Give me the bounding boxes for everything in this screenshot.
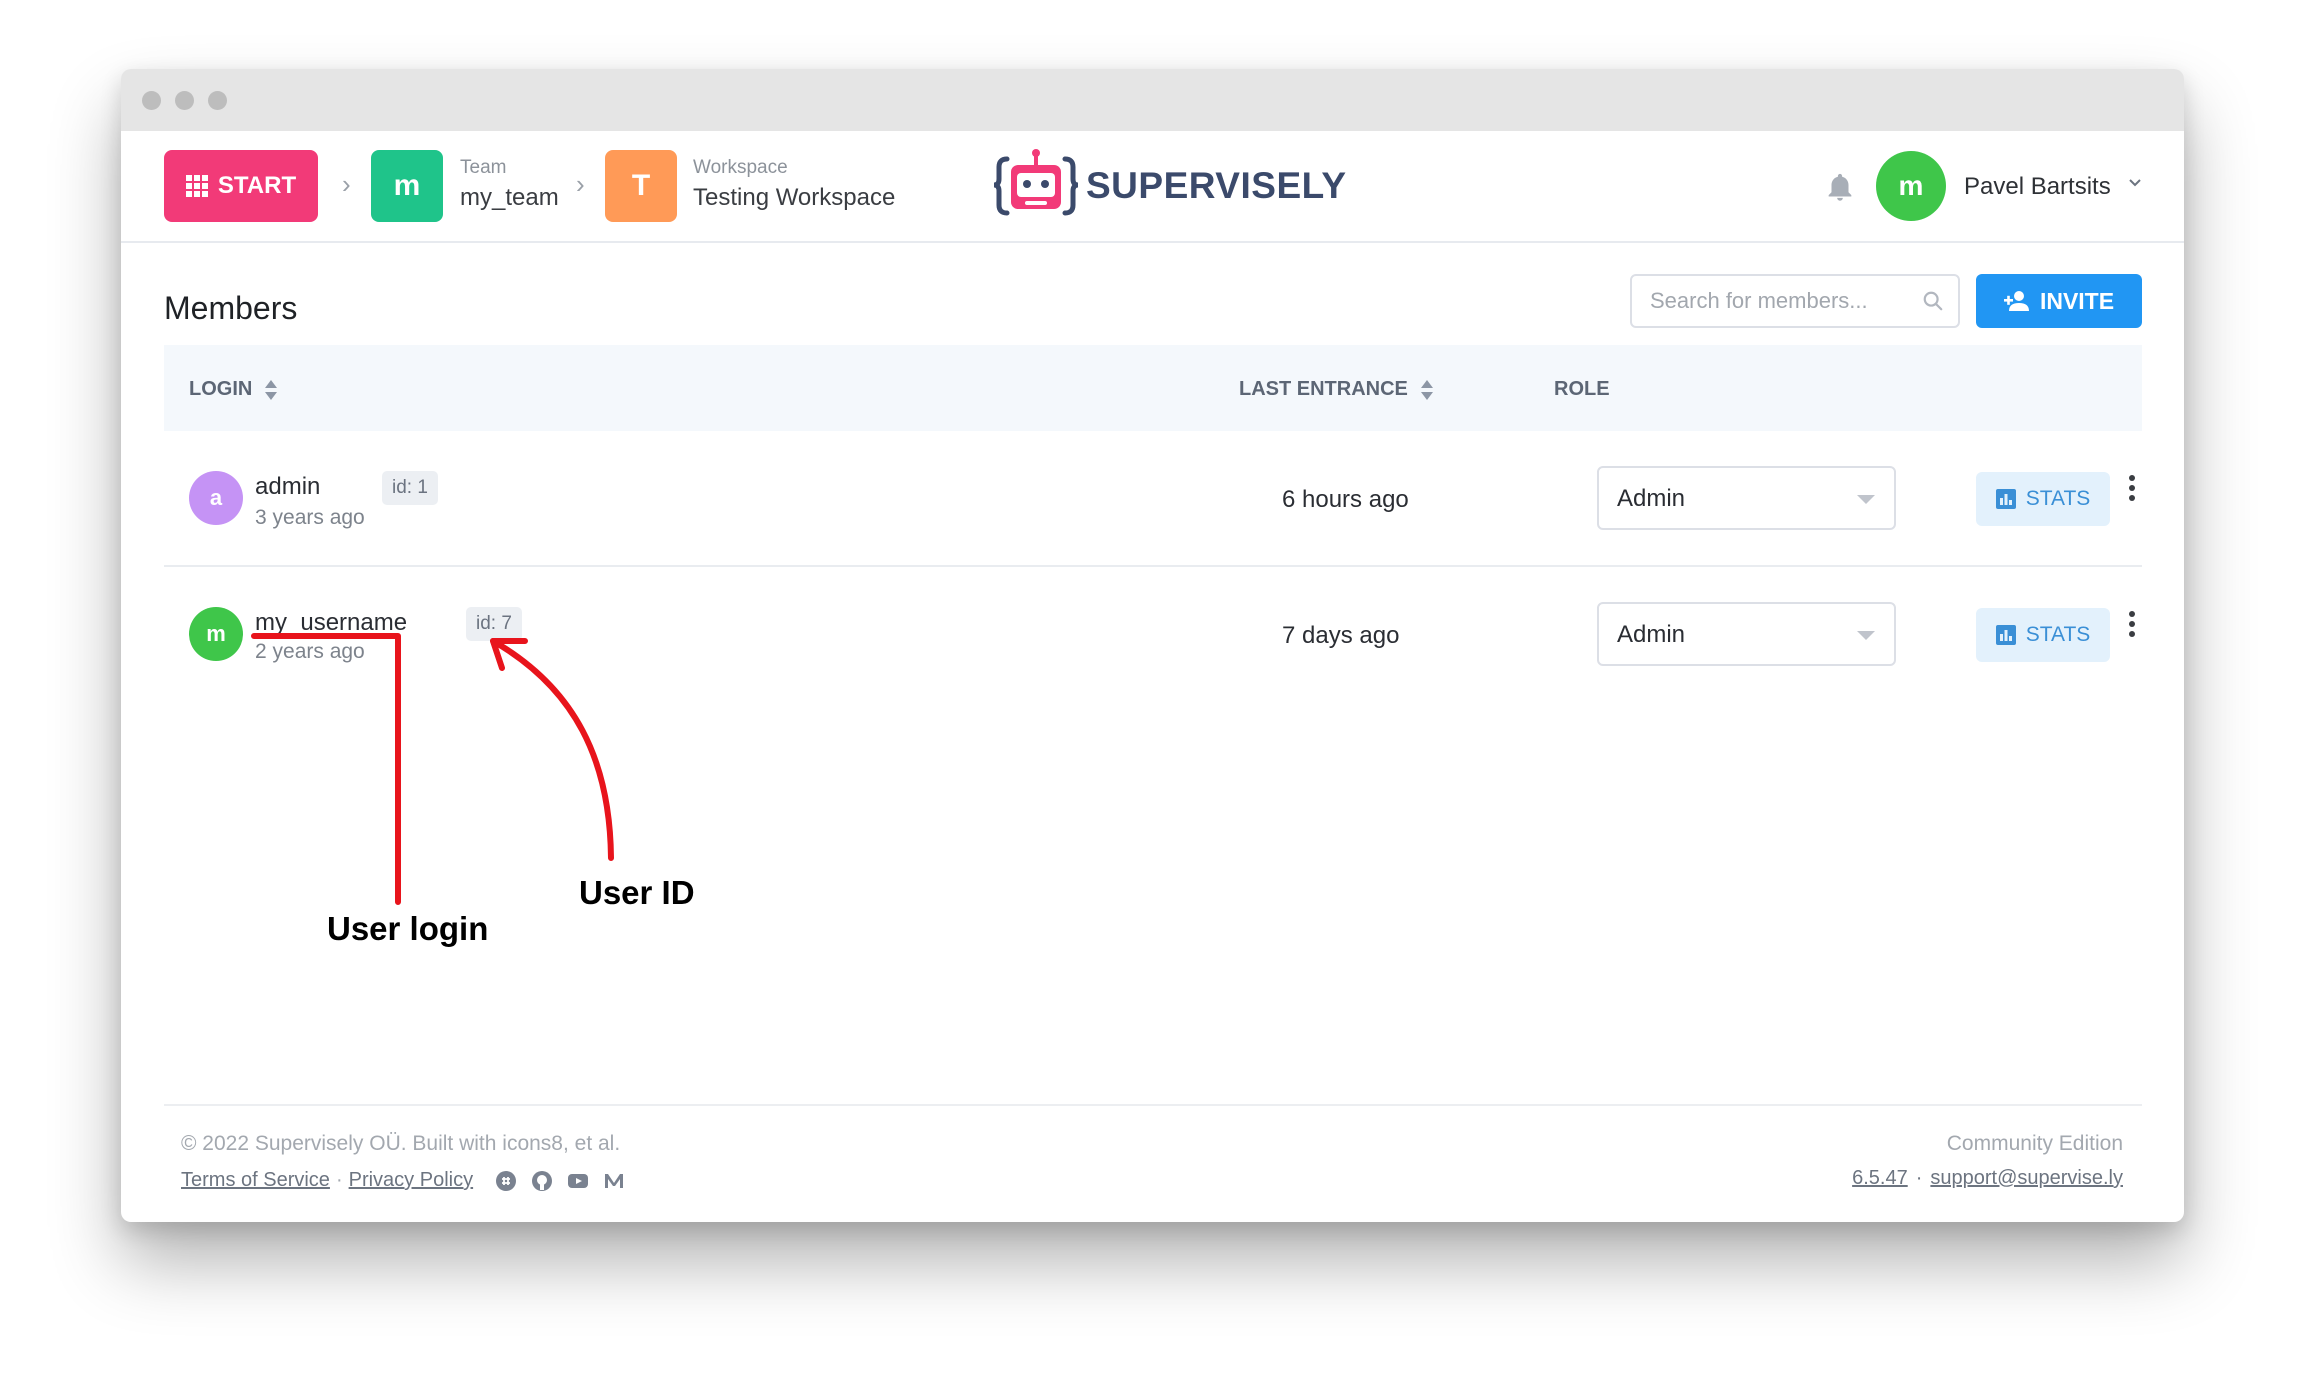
privacy-link[interactable]: Privacy Policy — [349, 1169, 473, 1192]
window-maximize-dot[interactable] — [208, 91, 227, 110]
role-select[interactable]: Admin — [1597, 466, 1896, 530]
stats-button[interactable]: STATS — [1976, 608, 2110, 662]
breadcrumb-chevron-icon: › — [342, 169, 351, 199]
role-select-value: Admin — [1617, 485, 1686, 512]
version-link[interactable]: 6.5.47 — [1852, 1167, 1908, 1190]
window-close-dot[interactable] — [142, 91, 161, 110]
top-navbar: START › m Team my_team › T Workspace Tes… — [121, 131, 2184, 243]
member-created: 2 years ago — [255, 640, 365, 663]
more-vertical-icon[interactable] — [2127, 609, 2137, 639]
start-button-label: START — [217, 172, 297, 199]
column-login[interactable]: LOGIN — [189, 378, 278, 401]
column-role: ROLE — [1554, 378, 1610, 401]
bar-chart-icon — [1995, 625, 2016, 645]
window-titlebar — [121, 69, 2184, 131]
caret-down-icon — [1857, 631, 1875, 640]
member-search[interactable] — [1630, 274, 1960, 328]
workspace-name[interactable]: Testing Workspace — [693, 184, 895, 212]
add-user-icon — [2003, 291, 2029, 311]
footer-links: Terms of Service · Privacy Policy — [181, 1169, 625, 1192]
table-row: a admin id: 1 3 years ago 6 hours ago Ad… — [164, 431, 2142, 567]
search-input[interactable] — [1632, 276, 1958, 326]
team-caption: Team — [460, 157, 507, 178]
member-created: 3 years ago — [255, 506, 365, 529]
start-button[interactable]: START — [164, 150, 318, 222]
annotation-user-login: User login — [327, 910, 489, 947]
member-login[interactable]: my_username — [255, 609, 407, 637]
invite-button-label: INVITE — [2039, 287, 2115, 314]
team-initial: m — [393, 169, 421, 202]
stats-button-label: STATS — [2025, 487, 2091, 510]
stats-button-label: STATS — [2025, 623, 2091, 646]
app-window: START › m Team my_team › T Workspace Tes… — [121, 69, 2184, 1222]
invite-button[interactable]: INVITE — [1976, 274, 2142, 328]
table-row: m my_username id: 7 2 years ago 7 days a… — [164, 569, 2142, 705]
social-links — [495, 1170, 625, 1192]
sort-icon[interactable] — [264, 379, 278, 401]
footer-right-links: 6.5.47 · support@supervise.ly — [1852, 1167, 2123, 1190]
footer-separator: · — [1915, 1167, 1923, 1189]
github-icon[interactable] — [531, 1170, 553, 1192]
role-select-value: Admin — [1617, 621, 1686, 648]
supervisely-logo-icon[interactable] — [993, 147, 1079, 223]
brand-name[interactable]: SUPERVISELY — [1086, 165, 1347, 207]
workspace-tile[interactable]: T — [605, 150, 677, 222]
footer-separator: · — [335, 1169, 343, 1191]
slack-icon[interactable] — [495, 1170, 517, 1192]
user-name[interactable]: Pavel Bartsits — [1964, 173, 2111, 201]
annotation-user-id: User ID — [579, 874, 695, 911]
window-minimize-dot[interactable] — [175, 91, 194, 110]
member-initial: a — [209, 485, 223, 510]
caret-down-icon — [1857, 495, 1875, 504]
workspace-initial: T — [631, 169, 651, 202]
column-last-entrance-label: LAST ENTRANCE — [1239, 378, 1408, 400]
workspace-caption: Workspace — [693, 157, 788, 178]
user-avatar[interactable]: m — [1876, 151, 1946, 221]
member-avatar: m — [189, 607, 243, 661]
member-initial: m — [206, 621, 226, 646]
member-id-badge: id: 1 — [382, 471, 438, 505]
member-avatar: a — [189, 471, 243, 525]
role-select[interactable]: Admin — [1597, 602, 1896, 666]
members-table-header: LOGIN LAST ENTRANCE ROLE — [164, 345, 2142, 431]
more-vertical-icon[interactable] — [2127, 473, 2137, 503]
stats-button[interactable]: STATS — [1976, 472, 2110, 526]
terms-link[interactable]: Terms of Service — [181, 1169, 330, 1192]
member-last-entrance: 7 days ago — [1282, 622, 1400, 649]
member-last-entrance: 6 hours ago — [1282, 486, 1409, 513]
sort-icon[interactable] — [1420, 379, 1434, 401]
team-tile[interactable]: m — [371, 150, 443, 222]
apps-grid-icon — [185, 175, 208, 197]
footer-divider — [164, 1104, 2142, 1106]
breadcrumb-chevron-icon: › — [576, 169, 585, 199]
youtube-icon[interactable] — [567, 1170, 589, 1192]
bar-chart-icon — [1995, 489, 2016, 509]
column-role-label: ROLE — [1554, 378, 1610, 400]
team-name[interactable]: my_team — [460, 184, 559, 212]
column-login-label: LOGIN — [189, 378, 253, 400]
footer-copyright: © 2022 Supervisely OÜ. Built with icons8… — [181, 1132, 621, 1155]
member-id-badge: id: 7 — [466, 607, 522, 641]
search-icon[interactable] — [1922, 290, 1944, 312]
column-last-entrance[interactable]: LAST ENTRANCE — [1239, 378, 1434, 401]
page-title: Members — [164, 290, 298, 326]
footer-edition: Community Edition — [1946, 1132, 2123, 1155]
support-link[interactable]: support@supervise.ly — [1930, 1167, 2123, 1190]
chevron-down-icon[interactable] — [2127, 175, 2143, 191]
notification-bell-icon[interactable] — [1823, 171, 1857, 205]
medium-icon[interactable] — [603, 1170, 625, 1192]
user-initial: m — [1898, 170, 1924, 201]
member-login[interactable]: admin — [255, 473, 320, 501]
